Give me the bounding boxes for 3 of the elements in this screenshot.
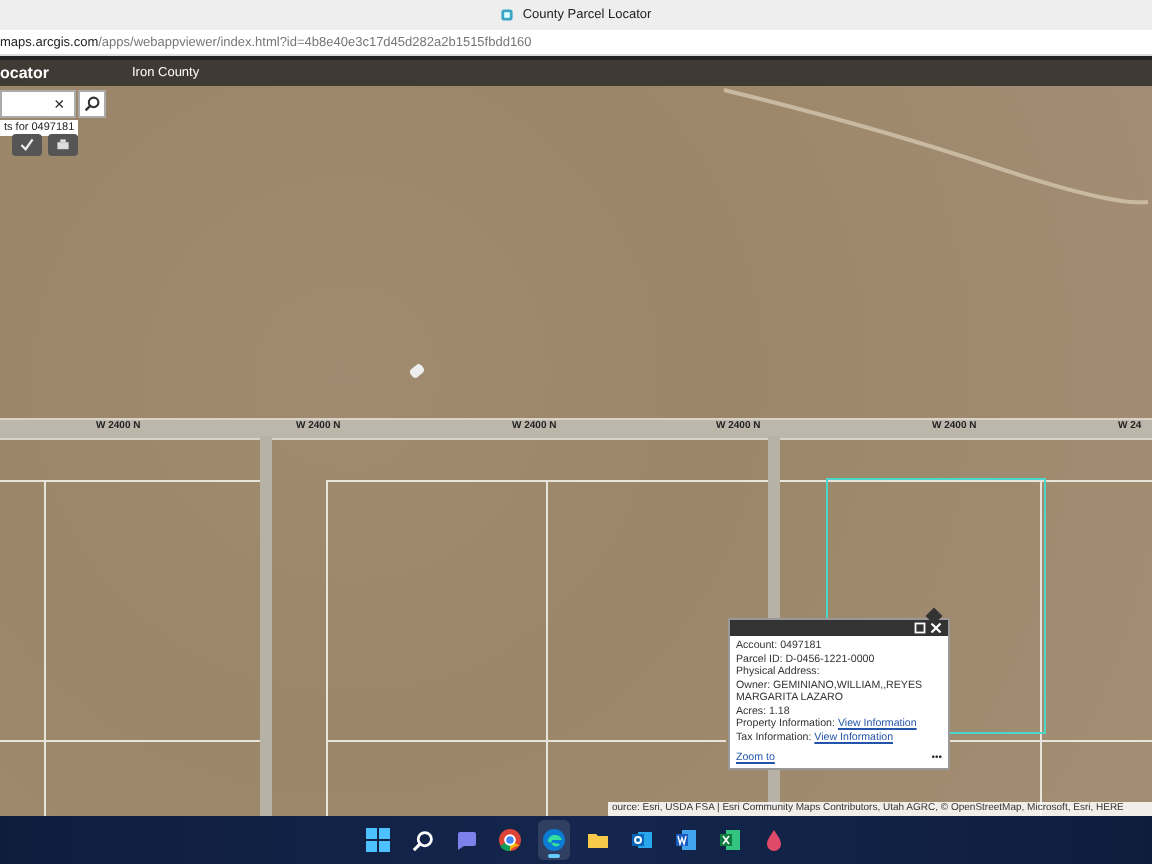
app-title: ocator bbox=[0, 64, 51, 82]
clear-button[interactable]: × bbox=[54, 95, 65, 113]
search-field[interactable]: × bbox=[0, 90, 76, 118]
